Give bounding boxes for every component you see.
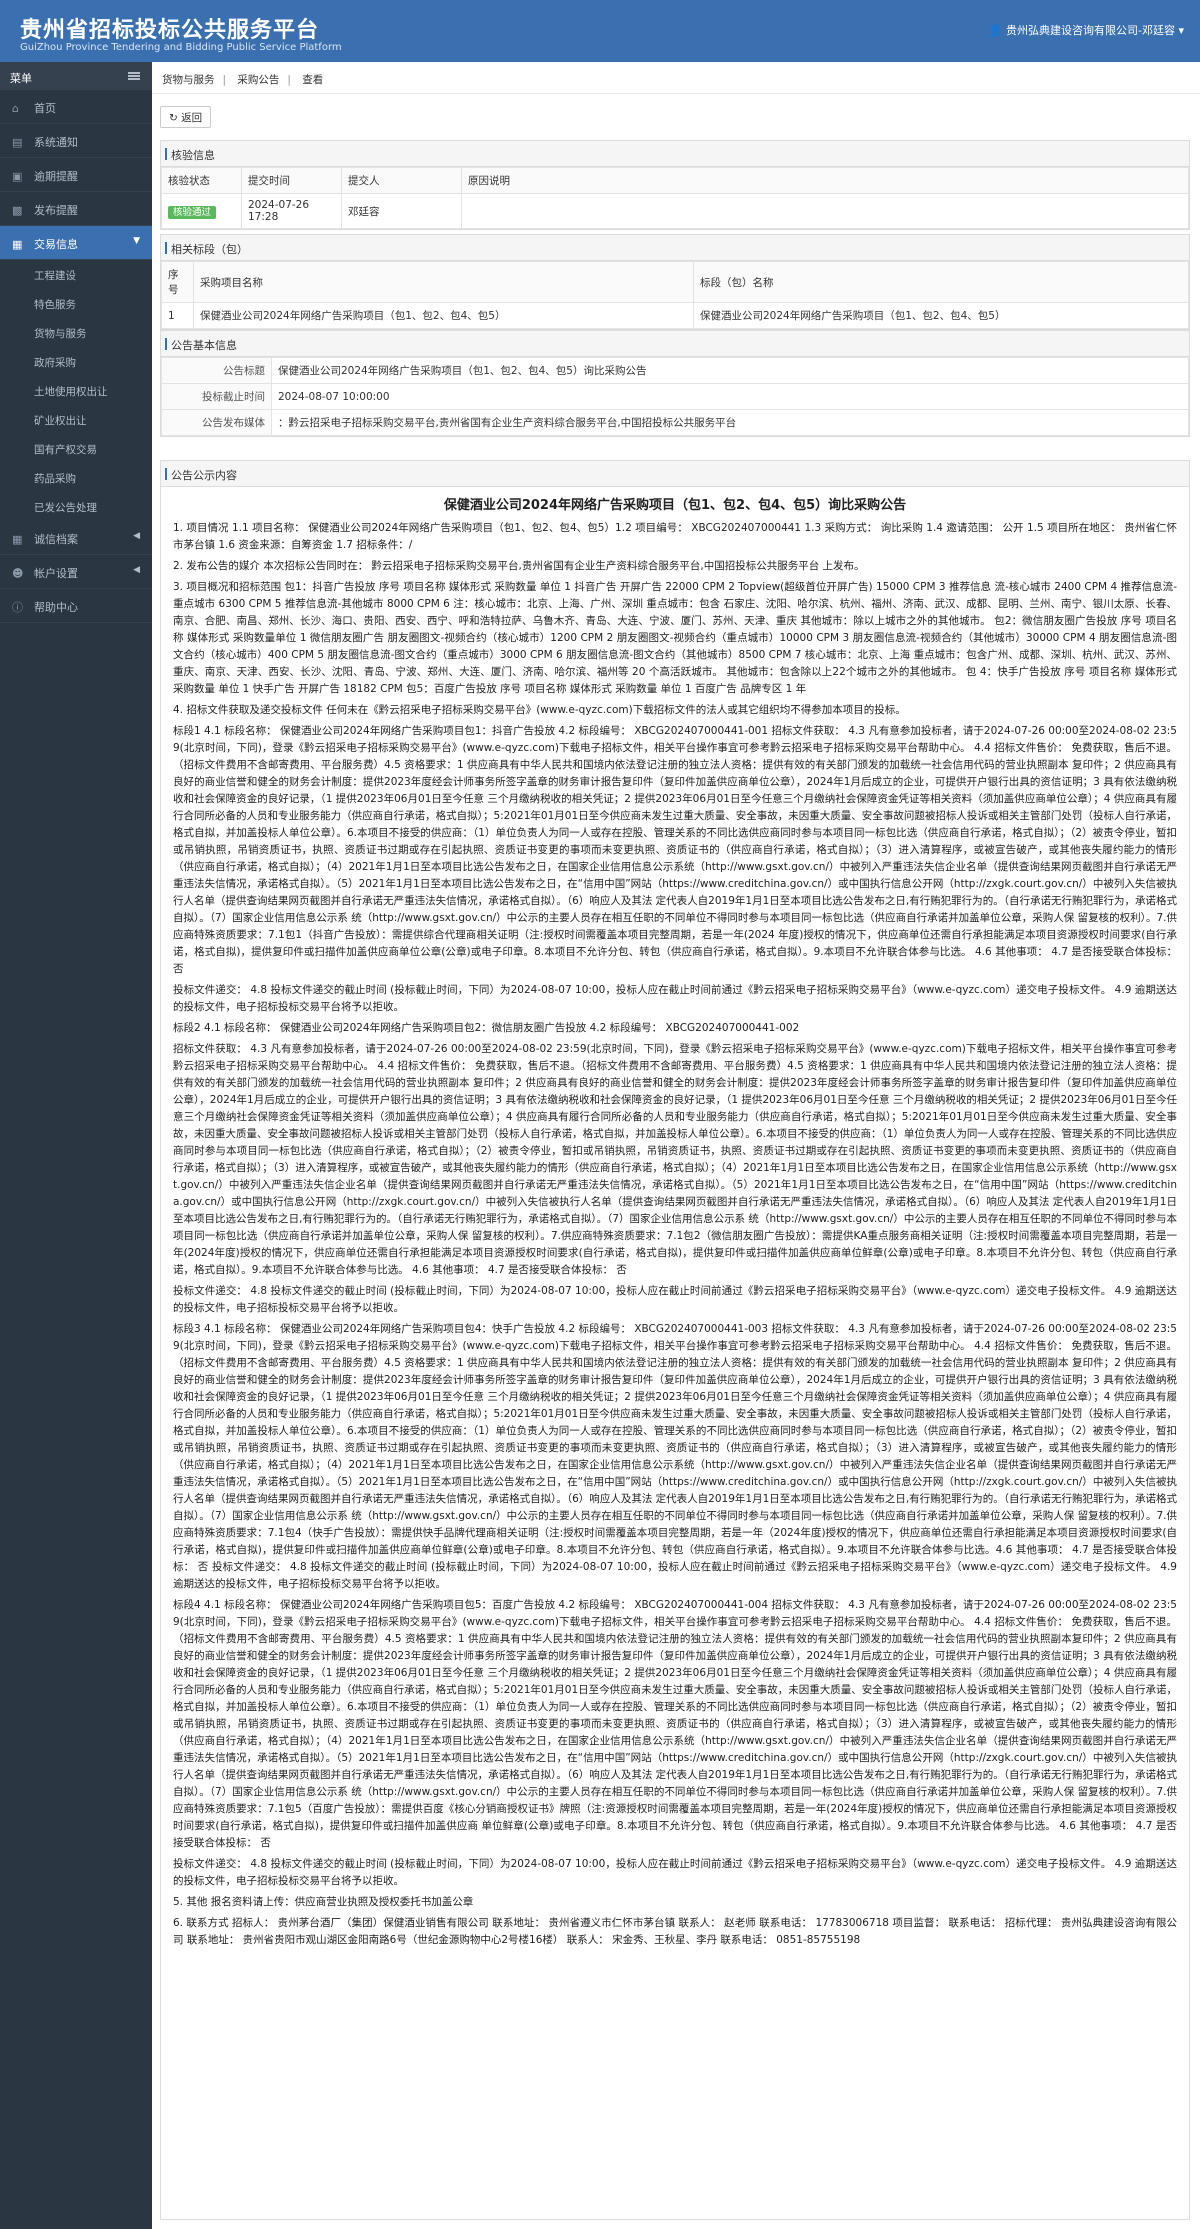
- review-person: 邓廷容: [341, 193, 462, 229]
- section-row-project: 保健酒业公司2024年网络广告采购项目（包1、包2、包4、包5）: [193, 302, 694, 329]
- paragraph-obtain: 4. 招标文件获取及递交投标文件 任何未在《黔云招采电子招标采购交易平台》(ww…: [173, 704, 906, 716]
- sections-col-section: 标段（包）名称: [693, 261, 1189, 303]
- sidebar-item-overdue[interactable]: ▣ 逾期提醒: [0, 158, 152, 192]
- paragraph-contact: 6. 联系方式 招标人： 贵州茅台酒厂（集团）保健酒业销售有限公司 联系地址： …: [173, 1917, 1177, 1946]
- paragraph-lot4: 标段4 4.1 标段名称： 保健酒业公司2024年网络广告采购项目包5：百度广告…: [173, 1599, 1177, 1849]
- paragraph-lot2: 标段2 4.1 标段名称： 保健酒业公司2024年网络广告采购项目包2：微信朋友…: [173, 1022, 800, 1034]
- review-time: 2024-07-26 17:28: [241, 193, 342, 229]
- deadline-label: 投标截止时间: [161, 383, 272, 410]
- basic-table: 公告标题 保健酒业公司2024年网络广告采购项目（包1、包2、包4、包5）询比采购…: [161, 357, 1189, 436]
- sidebar-subitem-engineering[interactable]: 工程建设: [0, 260, 152, 289]
- sections-col-project: 采购项目名称: [193, 261, 694, 303]
- notice-panel-title: 公告公示内容: [161, 461, 1189, 487]
- notice-panel: 公告公示内容 保健酒业公司2024年网络广告采购项目（包1、包2、包4、包5）询…: [160, 460, 1190, 2220]
- archive-icon: ▦: [12, 533, 23, 546]
- chevron-left-icon: ◀: [133, 531, 140, 541]
- sidebar-subitem-land[interactable]: 土地使用权出让: [0, 376, 152, 405]
- paragraph-project: 1. 项目情况 1.1 项目名称： 保健酒业公司2024年网络广告采购项目（包1…: [173, 522, 1177, 551]
- sidebar-item-help[interactable]: ⓘ 帮助中心: [0, 589, 152, 623]
- paragraph-other: 5. 其他 报名资料请上传：供应商营业执照及授权委托书加盖公章: [173, 1896, 474, 1908]
- notice-content: 保健酒业公司2024年网络广告采购项目（包1、包2、包4、包5）询比采购公告 1…: [161, 487, 1189, 1949]
- table-row: 1 保健酒业公司2024年网络广告采购项目（包1、包2、包4、包5） 保健酒业公…: [161, 302, 1189, 329]
- notice-title-label: 公告标题: [161, 357, 272, 384]
- paragraph-lot1: 标段1 4.1 标段名称： 保健酒业公司2024年网络广告采购项目包1：抖音广告…: [173, 725, 1177, 975]
- notice-icon: ▤: [12, 136, 23, 149]
- sidebar-item-trade[interactable]: ▦ 交易信息 ▼: [0, 226, 152, 260]
- breadcrumb-notice[interactable]: 采购公告: [237, 74, 279, 86]
- sidebar-subitem-government[interactable]: 政府采购: [0, 347, 152, 376]
- sidebar-item-notice[interactable]: ▤ 系统通知: [0, 124, 152, 158]
- sidebar-subitem-special[interactable]: 特色服务: [0, 289, 152, 318]
- chevron-left-icon: ◀: [133, 565, 140, 575]
- back-button[interactable]: ↻ 返回: [160, 106, 212, 128]
- sidebar-item-home[interactable]: ⌂ 首页: [0, 90, 152, 124]
- top-header: 贵州省招标投标公共服务平台 GuiZhou Province Tendering…: [0, 0, 1200, 62]
- media-label: 公告发布媒体: [161, 409, 272, 436]
- breadcrumb-current: 查看: [302, 74, 324, 86]
- breadcrumb-goods[interactable]: 货物与服务: [162, 74, 215, 86]
- sections-title: 相关标段（包）: [161, 235, 1189, 261]
- paragraph-lot2-submit: 投标文件递交： 4.8 投标文件递交的截止时间 (投标截止时间，下同）为2024…: [173, 1285, 1177, 1314]
- caret-down-icon: ▾: [1178, 24, 1184, 37]
- review-status-cell: 核验通过: [161, 193, 242, 229]
- review-col-time: 提交时间: [241, 167, 342, 194]
- publish-icon: ▩: [12, 204, 23, 217]
- review-reason: [461, 193, 1189, 229]
- review-title: 核验信息: [161, 141, 1189, 167]
- section-row-no: 1: [161, 302, 194, 329]
- sections-panel: 相关标段（包） 序号 采购项目名称 标段（包）名称 1 保健酒业公司2024年网…: [160, 234, 1190, 330]
- user-icon: 👤: [988, 24, 1003, 37]
- sidebar-item-account[interactable]: ☻ 帐户设置 ◀: [0, 555, 152, 589]
- review-col-status: 核验状态: [161, 167, 242, 194]
- paragraph-media: 2. 发布公告的媒介 本次招标公告同时在： 黔云招采电子招标采购交易平台,贵州省…: [173, 560, 865, 572]
- sidebar: 菜单 ⌂ 首页 ▤ 系统通知 ▣ 逾期提醒 ▩ 发布提醒 ▦ 交易信息 ▼ 工程建设 特色服…: [0, 62, 152, 2229]
- sidebar-subitem-drug[interactable]: 药品采购: [0, 463, 152, 492]
- sidebar-header: 菜单: [0, 62, 152, 90]
- platform-title: 贵州省招标投标公共服务平台: [20, 18, 320, 43]
- alarm-icon: ▣: [12, 170, 23, 183]
- deadline-value: 2024-08-07 10:00:00: [271, 383, 1189, 410]
- main-content: 货物与服务 | 采购公告 | 查看 ↻ 返回 核验信息 核验状态 提交时间 提交人 …: [152, 62, 1200, 2229]
- home-icon: ⌂: [12, 102, 19, 115]
- paragraph-scope: 3. 项目概况和招标范围 包1：抖音广告投放 序号 项目名称 媒体形式 采购数量…: [173, 581, 1177, 695]
- basic-title: 公告基本信息: [161, 331, 1189, 357]
- sidebar-subitem-processed[interactable]: 已发公告处理: [0, 492, 152, 521]
- paragraph-lot2-detail: 招标文件获取： 4.3 凡有意参加投标者，请于2024-07-26 00:00至…: [173, 1043, 1177, 1276]
- sidebar-subitem-property[interactable]: 国有产权交易: [0, 434, 152, 463]
- sections-col-no: 序号: [161, 261, 194, 303]
- status-badge: 核验通过: [168, 206, 217, 219]
- trade-icon: ▦: [12, 238, 23, 251]
- paragraph-lot3: 标段3 4.1 标段名称： 保健酒业公司2024年网络广告采购项目包4：快手广告…: [173, 1323, 1177, 1590]
- breadcrumb: 货物与服务 | 采购公告 | 查看: [152, 62, 1200, 94]
- media-value: ：黔云招采电子招标采购交易平台,贵州省国有企业生产资料综合服务平台,中国招投标公…: [271, 409, 1189, 436]
- section-row-section: 保健酒业公司2024年网络广告采购项目（包1、包2、包4、包5）: [693, 302, 1189, 329]
- review-panel: 核验信息 核验状态 提交时间 提交人 原因说明 核验通过 2024-07-26 …: [160, 140, 1190, 230]
- sidebar-subitem-goods[interactable]: 货物与服务: [0, 318, 152, 347]
- sections-table: 序号 采购项目名称 标段（包）名称 1 保健酒业公司2024年网络广告采购项目（…: [161, 261, 1189, 329]
- review-table: 核验状态 提交时间 提交人 原因说明 核验通过 2024-07-26 17:28…: [161, 167, 1189, 229]
- back-arrow-icon: ↻: [169, 112, 178, 124]
- sidebar-item-archive[interactable]: ▦ 诚信档案 ◀: [0, 521, 152, 555]
- platform-subtitle: GuiZhou Province Tendering and Bidding P…: [20, 42, 342, 53]
- help-icon: ⓘ: [12, 601, 23, 614]
- user-icon: ☻: [12, 567, 24, 580]
- menu-label: 菜单: [10, 72, 32, 85]
- review-col-person: 提交人: [341, 167, 462, 194]
- notice-title-value: 保健酒业公司2024年网络广告采购项目（包1、包2、包4、包5）询比采购公告: [271, 357, 1189, 384]
- basic-panel: 公告基本信息 公告标题 保健酒业公司2024年网络广告采购项目（包1、包2、包4、…: [160, 330, 1190, 437]
- review-col-reason: 原因说明: [461, 167, 1189, 194]
- user-name: 贵州弘典建设咨询有限公司-邓廷容: [1006, 24, 1175, 37]
- paragraph-lot4-submit: 投标文件递交： 4.8 投标文件递交的截止时间 (投标截止时间，下同）为2024…: [173, 1858, 1177, 1887]
- chevron-down-icon: ▼: [133, 236, 140, 246]
- menu-toggle-icon[interactable]: [128, 72, 140, 80]
- paragraph-lot1-submit: 投标文件递交： 4.8 投标文件递交的截止时间 (投标截止时间，下同）为2024…: [173, 984, 1177, 1013]
- sidebar-item-publish[interactable]: ▩ 发布提醒: [0, 192, 152, 226]
- user-menu[interactable]: 👤 贵州弘典建设咨询有限公司-邓廷容 ▾: [989, 22, 1184, 38]
- sidebar-subitem-mining[interactable]: 矿业权出让: [0, 405, 152, 434]
- notice-heading: 保健酒业公司2024年网络广告采购项目（包1、包2、包4、包5）询比采购公告: [443, 498, 907, 513]
